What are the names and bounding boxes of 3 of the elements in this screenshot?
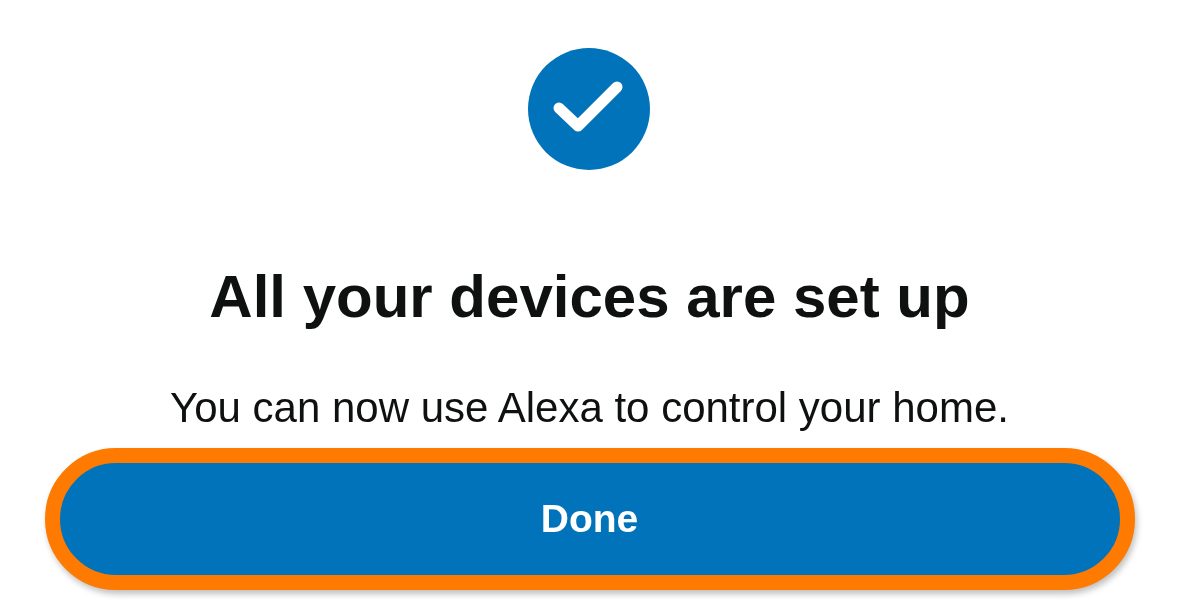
done-button[interactable]: Done — [44, 448, 1135, 590]
message-text: You can now use Alexa to control your home. — [170, 383, 1009, 433]
heading: All your devices are set up — [209, 262, 970, 332]
